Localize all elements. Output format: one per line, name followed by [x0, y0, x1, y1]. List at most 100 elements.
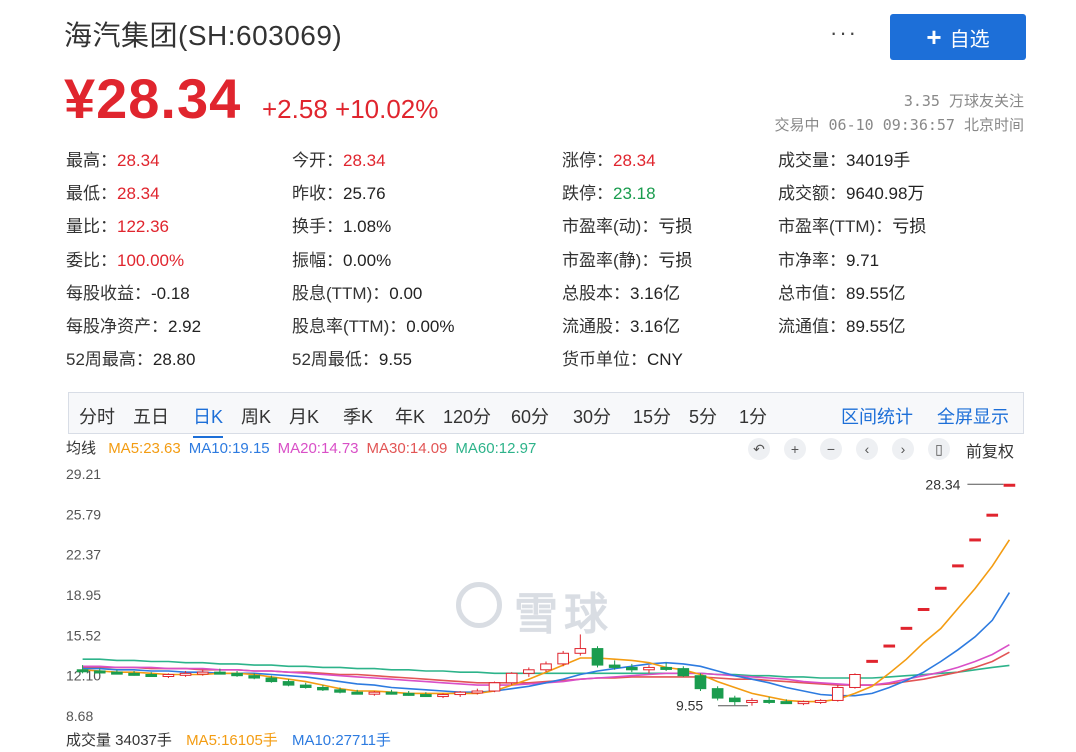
candle-body: [488, 682, 501, 692]
tab-period[interactable]: 季K: [343, 403, 373, 429]
prev-icon[interactable]: ‹: [856, 438, 878, 460]
undo-icon[interactable]: ↶: [748, 438, 770, 460]
stat-value: 28.34: [117, 184, 160, 204]
stat-label: 最低：: [66, 184, 117, 204]
candle-body: [76, 669, 89, 673]
stat-item: 最低：28.34: [66, 179, 160, 204]
tab-period[interactable]: 年K: [395, 403, 425, 429]
tab-period[interactable]: 1分: [739, 403, 767, 429]
followers-count[interactable]: 3.35 万球友关注: [904, 90, 1024, 111]
tab-period[interactable]: 120分: [443, 403, 491, 429]
stat-item: 股息(TTM)：0.00: [292, 279, 422, 304]
stat-value: CNY: [647, 350, 683, 370]
current-price: ¥28.34: [64, 67, 242, 130]
fullscreen-link[interactable]: 全屏显示: [937, 403, 1009, 429]
price-change: +2.58 +10.02%: [262, 94, 439, 124]
next-icon[interactable]: ›: [892, 438, 914, 460]
stat-label: 委比：: [66, 250, 117, 270]
tab-period[interactable]: 日K: [193, 403, 224, 438]
stat-item: 今开：28.34: [292, 146, 386, 171]
candle-body: [728, 697, 741, 703]
tab-period[interactable]: 周K: [241, 403, 271, 429]
candle-body: [934, 586, 947, 590]
tab-period[interactable]: 15分: [633, 403, 671, 429]
more-options-icon[interactable]: ···: [830, 20, 858, 46]
stat-label: 成交额：: [778, 184, 846, 204]
candle-body: [952, 564, 964, 568]
candle-body: [986, 513, 999, 517]
y-tick-label: 15.52: [66, 627, 101, 643]
candle-body: [883, 644, 896, 648]
tab-period[interactable]: 月K: [289, 403, 319, 429]
stat-value: 2.92: [168, 317, 202, 336]
candle-body: [780, 701, 793, 705]
candle-body: [248, 675, 261, 679]
chart-period-tabs: 分时 五日 日K 周K 月K 季K 年K 120分 60分 30分 15分 5分 1分 区间统计 全屏显示: [68, 392, 1024, 438]
stock-title: 海汽集团(SH:603069): [64, 20, 343, 51]
ma-label: 均线: [66, 440, 97, 457]
candle-body: [368, 691, 381, 695]
y-tick-label: 29.21: [66, 466, 101, 482]
stat-item: 市盈率(静)：亏损: [562, 246, 692, 271]
candle-body: [866, 659, 878, 663]
volume-ma5: MA5:16105手: [186, 732, 278, 749]
candle-body: [677, 668, 690, 677]
stat-item: 昨收：25.76: [292, 179, 386, 204]
tab-period[interactable]: 60分: [511, 403, 549, 429]
candle-body: [540, 663, 552, 671]
stat-item: 总市值：89.55亿: [778, 279, 906, 304]
stat-value: 亏损: [658, 217, 693, 237]
stat-value: 89.55亿: [846, 317, 906, 336]
stat-item: 每股净资产：2.92: [66, 312, 201, 337]
volume-label: 成交量 34037手: [66, 732, 172, 749]
stat-value: 亏损: [892, 217, 927, 237]
ma-legend-item: MA10:19.15: [188, 440, 270, 457]
stat-label: 股息(TTM)：: [292, 283, 390, 303]
fullscreen-icon[interactable]: ▯: [928, 438, 950, 460]
y-tick-label: 22.37: [66, 547, 101, 563]
candle-body: [814, 699, 827, 703]
candle-body: [128, 672, 140, 676]
candle-body: [299, 684, 312, 688]
candle-body: [317, 686, 329, 691]
candle-body: [162, 674, 175, 678]
ma-legend-item: MA20:14.73: [277, 440, 359, 457]
stat-item: 流通股：3.16亿: [562, 312, 680, 337]
stat-item: 振幅：0.00%: [292, 246, 391, 271]
y-tick-label: 8.68: [66, 708, 93, 724]
zoom-in-icon[interactable]: +: [784, 438, 806, 460]
volume-legend: 成交量 34037手 MA5:16105手 MA10:27711手: [66, 729, 401, 750]
kline-chart[interactable]: 29.2125.7922.3718.9515.5212.108.6828.349…: [66, 462, 1026, 732]
stat-label: 市盈率(静)：: [562, 250, 659, 270]
ma10-line: [82, 592, 1011, 697]
candle-body: [711, 688, 724, 699]
tab-period[interactable]: 分时: [79, 403, 115, 429]
candle-body: [265, 677, 278, 683]
tab-period[interactable]: 30分: [573, 403, 611, 429]
stat-label: 每股净资产：: [66, 317, 168, 336]
trade-status-time: 交易中 06-10 09:36:57 北京时间: [774, 116, 1025, 134]
stat-item: 成交量：34019手: [778, 146, 910, 171]
stat-label: 流通股：: [562, 317, 630, 336]
candle-body: [574, 648, 587, 654]
candle-body: [179, 672, 192, 676]
stat-value: 3.16亿: [630, 283, 681, 303]
tab-period[interactable]: 5分: [689, 403, 717, 429]
add-to-watchlist-button[interactable]: + 自选: [890, 14, 1026, 60]
stat-value: 1.08%: [343, 217, 392, 237]
range-stats-link[interactable]: 区间统计: [841, 403, 913, 429]
candle-body: [334, 689, 346, 693]
stat-label: 市盈率(TTM)：: [778, 217, 893, 237]
stat-value: 28.34: [613, 151, 656, 170]
candle-body: [471, 690, 484, 694]
add-button-label: 自选: [949, 28, 990, 51]
zoom-out-icon[interactable]: −: [820, 438, 842, 460]
tab-period[interactable]: 五日: [133, 403, 169, 429]
plus-icon: +: [926, 22, 942, 52]
adjust-mode-select[interactable]: 前复权: [966, 438, 1014, 462]
stat-value: 28.34: [343, 151, 386, 170]
stat-value: -0.18: [151, 283, 190, 303]
candle-body: [831, 686, 844, 701]
candle-body: [437, 694, 449, 698]
stat-item: 市盈率(TTM)：亏损: [778, 212, 926, 237]
